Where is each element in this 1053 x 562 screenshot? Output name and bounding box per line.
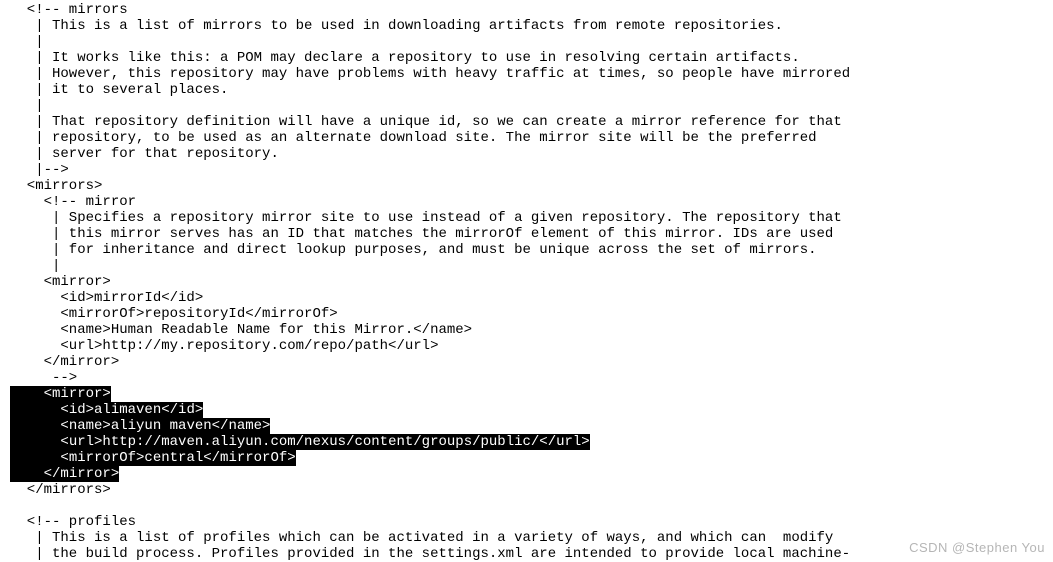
selected-text: </mirror>	[44, 466, 120, 482]
selected-line	[10, 434, 60, 450]
code-line: <!-- mirror	[10, 194, 136, 210]
code-line: | it to several places.	[10, 82, 228, 98]
code-line: <url>http://my.repository.com/repo/path<…	[10, 338, 438, 354]
code-line: <!-- profiles	[10, 514, 136, 530]
code-line: |	[10, 258, 60, 274]
code-block: <!-- mirrors | This is a list of mirrors…	[0, 0, 1053, 562]
selected-text: <name>aliyun maven</name>	[60, 418, 270, 434]
code-line: <mirrors>	[10, 178, 102, 194]
code-line: | repository, to be used as an alternate…	[10, 130, 817, 146]
code-line: <mirror>	[10, 274, 111, 290]
code-line: | This is a list of profiles which can b…	[10, 530, 833, 546]
code-line: | this mirror serves has an ID that matc…	[10, 226, 833, 242]
code-line: | This is a list of mirrors to be used i…	[10, 18, 783, 34]
code-line: <name>Human Readable Name for this Mirro…	[10, 322, 472, 338]
selected-text: <url>http://maven.aliyun.com/nexus/conte…	[60, 434, 589, 450]
code-line: <id>mirrorId</id>	[10, 290, 203, 306]
selected-line	[10, 386, 44, 402]
code-line: </mirrors>	[10, 482, 111, 498]
code-line: |-->	[10, 162, 69, 178]
selected-line	[10, 466, 44, 482]
code-line: | It works like this: a POM may declare …	[10, 50, 800, 66]
selected-text: <mirror>	[44, 386, 111, 402]
selected-line	[10, 402, 60, 418]
selected-text: <mirrorOf>central</mirrorOf>	[60, 450, 295, 466]
code-line: </mirror>	[10, 354, 119, 370]
code-line: <mirrorOf>repositoryId</mirrorOf>	[10, 306, 338, 322]
code-line: <!-- mirrors	[10, 2, 128, 18]
code-line: | Specifies a repository mirror site to …	[10, 210, 842, 226]
code-line: -->	[10, 370, 77, 386]
selected-text: <id>alimaven</id>	[60, 402, 203, 418]
code-line: |	[10, 34, 44, 50]
selected-line	[10, 418, 60, 434]
code-line: | However, this repository may have prob…	[10, 66, 850, 82]
selected-line	[10, 450, 60, 466]
code-line: | for inheritance and direct lookup purp…	[10, 242, 817, 258]
code-line: | server for that repository.	[10, 146, 279, 162]
code-line: |	[10, 98, 44, 114]
code-line: | That repository definition will have a…	[10, 114, 842, 130]
